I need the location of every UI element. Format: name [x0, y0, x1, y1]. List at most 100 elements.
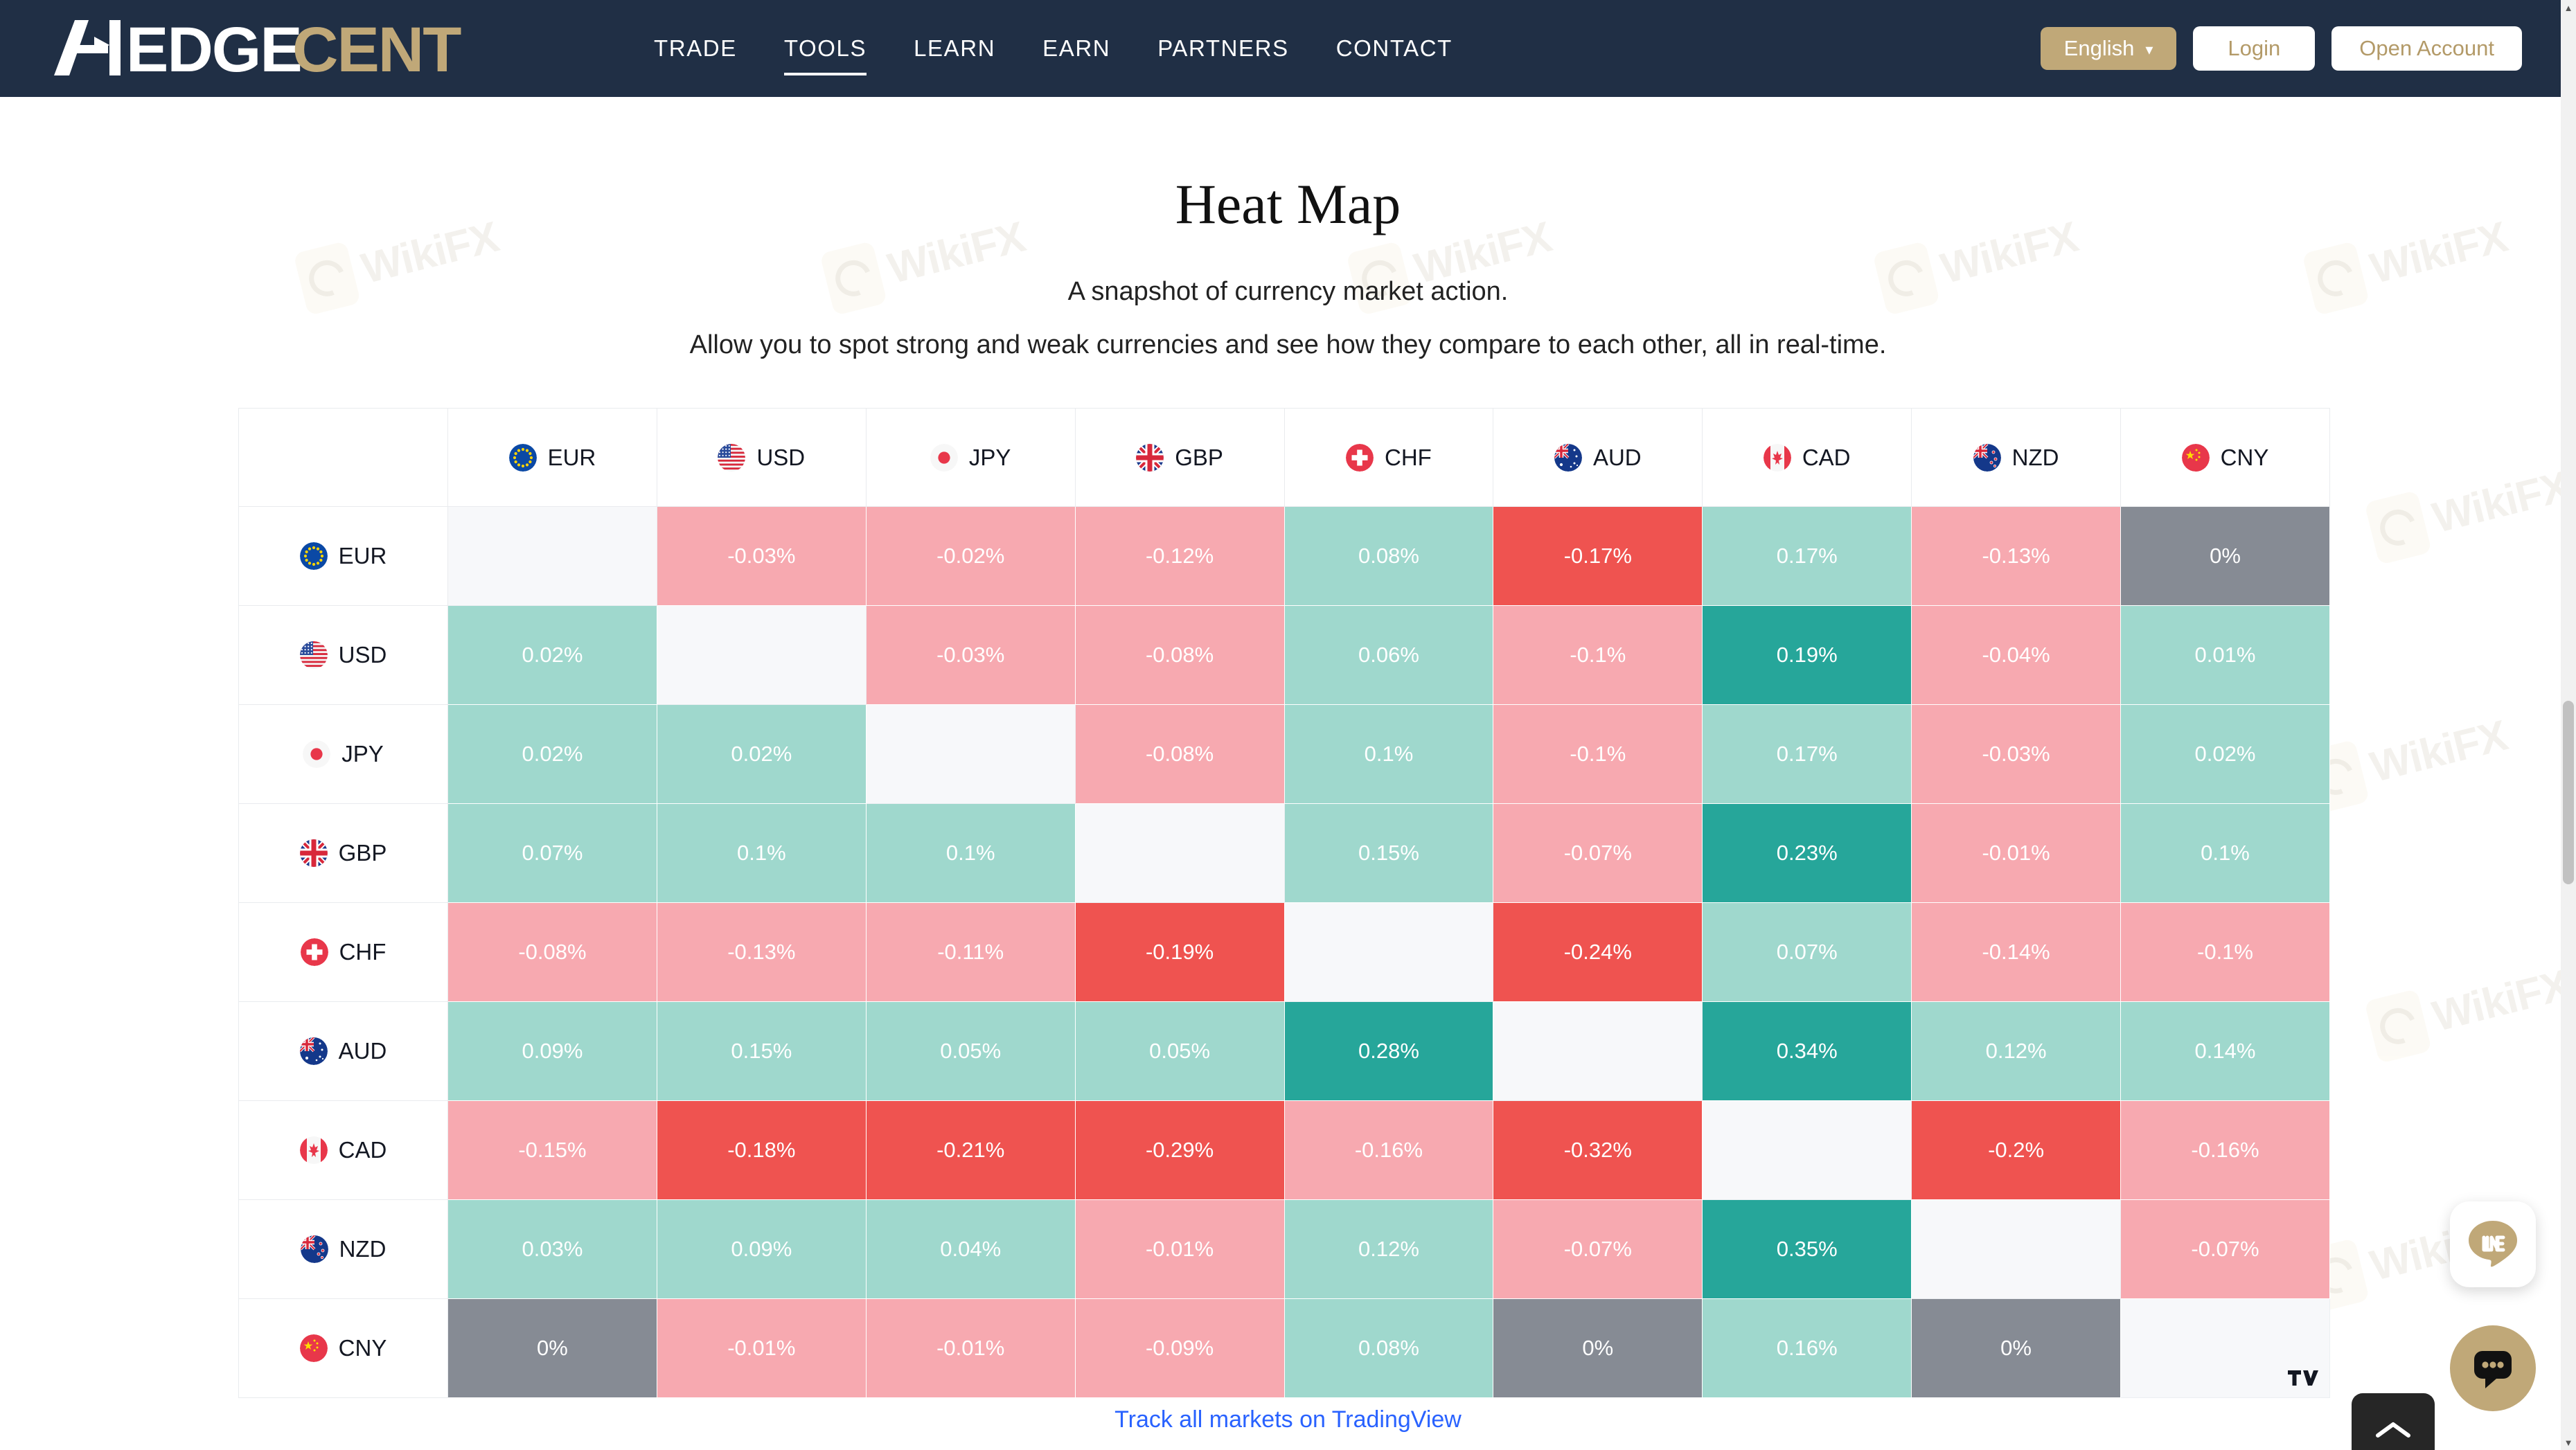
heatmap-cell-cny-chf[interactable]: 0.08%	[1283, 1298, 1494, 1398]
heatmap-cell-cad-cny[interactable]: -0.16%	[2120, 1100, 2330, 1200]
nav-item-contact[interactable]: CONTACT	[1313, 31, 1476, 66]
heatmap-cell-cny-eur[interactable]: 0%	[447, 1298, 657, 1398]
heatmap-cell-nzd-nzd[interactable]	[1911, 1199, 2121, 1299]
heatmap-cell-gbp-nzd[interactable]: -0.01%	[1911, 803, 2121, 903]
language-selector[interactable]: English ▾	[2040, 27, 2177, 70]
heatmap-cell-usd-aud[interactable]: -0.1%	[1493, 605, 1703, 705]
heatmap-cell-nzd-eur[interactable]: 0.03%	[447, 1199, 657, 1299]
heatmap-cell-cny-gbp[interactable]: -0.09%	[1074, 1298, 1285, 1398]
heatmap-cell-chf-cad[interactable]: 0.07%	[1702, 902, 1912, 1002]
heatmap-cell-cny-jpy[interactable]: -0.01%	[865, 1298, 1076, 1398]
heatmap-cell-nzd-jpy[interactable]: 0.04%	[865, 1199, 1076, 1299]
heatmap-cell-eur-chf[interactable]: 0.08%	[1283, 506, 1494, 606]
heatmap-cell-eur-nzd[interactable]: -0.13%	[1911, 506, 2121, 606]
heatmap-cell-eur-cad[interactable]: 0.17%	[1702, 506, 1912, 606]
heatmap-cell-chf-chf[interactable]	[1283, 902, 1494, 1002]
heatmap-cell-jpy-gbp[interactable]: -0.08%	[1074, 704, 1285, 804]
heatmap-cell-nzd-chf[interactable]: 0.12%	[1283, 1199, 1494, 1299]
heatmap-cell-usd-jpy[interactable]: -0.03%	[865, 605, 1076, 705]
heatmap-cell-gbp-usd[interactable]: 0.1%	[656, 803, 867, 903]
heatmap-cell-chf-gbp[interactable]: -0.19%	[1074, 902, 1285, 1002]
heatmap-cell-nzd-cad[interactable]: 0.35%	[1702, 1199, 1912, 1299]
heatmap-cell-aud-cny[interactable]: 0.14%	[2120, 1001, 2330, 1101]
heatmap-cell-eur-cny[interactable]: 0%	[2120, 506, 2330, 606]
heatmap-cell-jpy-jpy[interactable]	[865, 704, 1076, 804]
heatmap-cell-gbp-cny[interactable]: 0.1%	[2120, 803, 2330, 903]
heatmap-cell-aud-usd[interactable]: 0.15%	[656, 1001, 867, 1101]
heatmap-cell-gbp-aud[interactable]: -0.07%	[1493, 803, 1703, 903]
heatmap-cell-aud-chf[interactable]: 0.28%	[1283, 1001, 1494, 1101]
nav-item-earn[interactable]: EARN	[1019, 31, 1134, 66]
heatmap-cell-jpy-nzd[interactable]: -0.03%	[1911, 704, 2121, 804]
heatmap-cell-aud-aud[interactable]	[1493, 1001, 1703, 1101]
heatmap-cell-jpy-usd[interactable]: 0.02%	[656, 704, 867, 804]
heatmap-cell-cny-cad[interactable]: 0.16%	[1702, 1298, 1912, 1398]
heatmap-cell-jpy-aud[interactable]: -0.1%	[1493, 704, 1703, 804]
open-account-button[interactable]: Open Account	[2331, 26, 2522, 71]
heatmap-cell-aud-eur[interactable]: 0.09%	[447, 1001, 657, 1101]
heatmap-cell-chf-usd[interactable]: -0.13%	[656, 902, 867, 1002]
heatmap-cell-nzd-cny[interactable]: -0.07%	[2120, 1199, 2330, 1299]
brand-logo[interactable]: EDGE CENT	[48, 0, 533, 97]
nav-item-learn[interactable]: LEARN	[890, 31, 1019, 66]
heatmap-cell-usd-nzd[interactable]: -0.04%	[1911, 605, 2121, 705]
heatmap-cell-chf-nzd[interactable]: -0.14%	[1911, 902, 2121, 1002]
heatmap-cell-eur-eur[interactable]	[447, 506, 657, 606]
login-button[interactable]: Login	[2193, 26, 2316, 71]
heatmap-cell-cny-cny[interactable]	[2120, 1298, 2330, 1398]
heatmap-cell-gbp-gbp[interactable]	[1074, 803, 1285, 903]
heatmap-cell-gbp-cad[interactable]: 0.23%	[1702, 803, 1912, 903]
heatmap-cell-jpy-cad[interactable]: 0.17%	[1702, 704, 1912, 804]
heatmap-cell-cad-cad[interactable]	[1702, 1100, 1912, 1200]
scrollbar-arrow-down-icon[interactable]: ▼	[2561, 1435, 2576, 1450]
heatmap-cell-cny-nzd[interactable]: 0%	[1911, 1298, 2121, 1398]
heatmap-cell-cad-eur[interactable]: -0.15%	[447, 1100, 657, 1200]
heatmap-cell-eur-jpy[interactable]: -0.02%	[865, 506, 1076, 606]
heatmap-cell-cad-usd[interactable]: -0.18%	[656, 1100, 867, 1200]
heatmap-cell-chf-aud[interactable]: -0.24%	[1493, 902, 1703, 1002]
page-scrollbar[interactable]: ▲ ▼	[2561, 0, 2576, 1450]
heatmap-cell-chf-eur[interactable]: -0.08%	[447, 902, 657, 1002]
heatmap-cell-eur-aud[interactable]: -0.17%	[1493, 506, 1703, 606]
heatmap-cell-gbp-eur[interactable]: 0.07%	[447, 803, 657, 903]
tradingview-link[interactable]: Track all markets on TradingView	[0, 1406, 2576, 1433]
heatmap-cell-gbp-chf[interactable]: 0.15%	[1283, 803, 1494, 903]
heatmap-cell-cad-chf[interactable]: -0.16%	[1283, 1100, 1494, 1200]
nav-item-tools[interactable]: TOOLS	[761, 31, 890, 75]
heatmap-cell-jpy-cny[interactable]: 0.02%	[2120, 704, 2330, 804]
heatmap-cell-jpy-chf[interactable]: 0.1%	[1283, 704, 1494, 804]
heatmap-cell-cad-gbp[interactable]: -0.29%	[1074, 1100, 1285, 1200]
heatmap-cell-cad-nzd[interactable]: -0.2%	[1911, 1100, 2121, 1200]
heatmap-cell-usd-eur[interactable]: 0.02%	[447, 605, 657, 705]
line-chat-icon[interactable]	[2450, 1201, 2536, 1287]
heatmap-cell-usd-cny[interactable]: 0.01%	[2120, 605, 2330, 705]
heatmap-cell-nzd-aud[interactable]: -0.07%	[1493, 1199, 1703, 1299]
heatmap-cell-eur-gbp[interactable]: -0.12%	[1074, 506, 1285, 606]
chat-bubble-icon[interactable]	[2450, 1325, 2536, 1411]
heatmap-cell-usd-usd[interactable]	[656, 605, 867, 705]
heatmap-cell-usd-cad[interactable]: 0.19%	[1702, 605, 1912, 705]
heatmap-cell-chf-jpy[interactable]: -0.11%	[865, 902, 1076, 1002]
heatmap-cell-nzd-gbp[interactable]: -0.01%	[1074, 1199, 1285, 1299]
heatmap-cell-cad-aud[interactable]: -0.32%	[1493, 1100, 1703, 1200]
heatmap-cell-cny-aud[interactable]: 0%	[1493, 1298, 1703, 1398]
heatmap-cell-jpy-eur[interactable]: 0.02%	[447, 704, 657, 804]
scroll-to-top-button[interactable]	[2352, 1393, 2435, 1450]
heatmap-cell-cny-usd[interactable]: -0.01%	[656, 1298, 867, 1398]
nav-item-trade[interactable]: TRADE	[630, 31, 761, 66]
heatmap-cell-usd-gbp[interactable]: -0.08%	[1074, 605, 1285, 705]
heatmap-cell-eur-usd[interactable]: -0.03%	[656, 506, 867, 606]
heatmap-cell-aud-cad[interactable]: 0.34%	[1702, 1001, 1912, 1101]
scrollbar-arrow-up-icon[interactable]: ▲	[2561, 0, 2576, 15]
nav-item-partners[interactable]: PARTNERS	[1134, 31, 1312, 66]
heatmap-cell-cad-jpy[interactable]: -0.21%	[865, 1100, 1076, 1200]
scrollbar-thumb[interactable]	[2563, 701, 2574, 884]
tradingview-logo-icon[interactable]	[2288, 1366, 2318, 1390]
heatmap-cell-aud-nzd[interactable]: 0.12%	[1911, 1001, 2121, 1101]
heatmap-cell-usd-chf[interactable]: 0.06%	[1283, 605, 1494, 705]
heatmap-cell-aud-gbp[interactable]: 0.05%	[1074, 1001, 1285, 1101]
heatmap-cell-chf-cny[interactable]: -0.1%	[2120, 902, 2330, 1002]
heatmap-cell-nzd-usd[interactable]: 0.09%	[656, 1199, 867, 1299]
heatmap-cell-aud-jpy[interactable]: 0.05%	[865, 1001, 1076, 1101]
heatmap-cell-gbp-jpy[interactable]: 0.1%	[865, 803, 1076, 903]
